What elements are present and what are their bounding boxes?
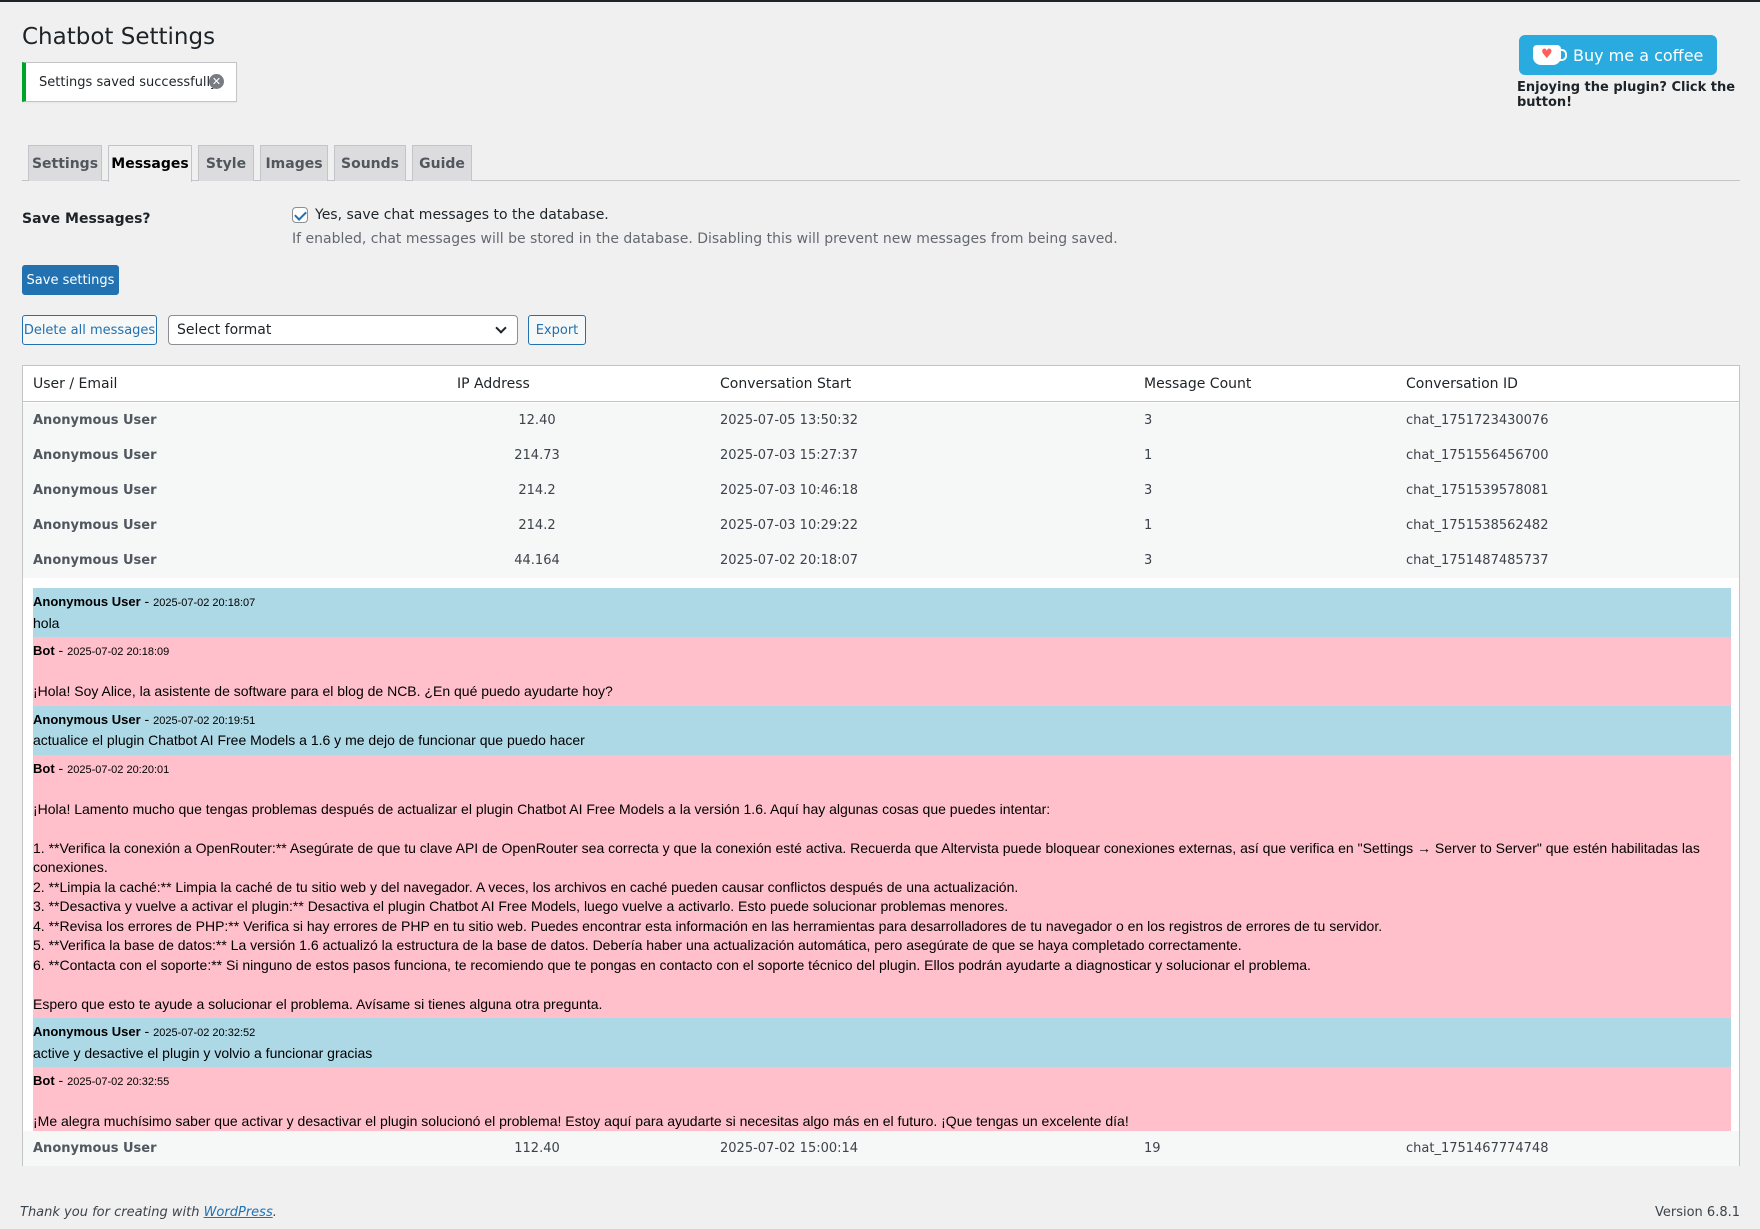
settings-tabs: Settings Messages Style Images Sounds Gu… xyxy=(22,145,1740,182)
bot-message: Bot - 2025-07-02 20:18:09 ¡Hola! Soy Ali… xyxy=(33,637,1731,706)
message-timestamp: 2025-07-02 20:32:55 xyxy=(67,1076,170,1088)
cell-ip: 214.73 xyxy=(514,448,560,463)
cell-conversation-id: chat_1751539578081 xyxy=(1406,483,1549,498)
message-timestamp: 2025-07-02 20:32:52 xyxy=(153,1027,256,1039)
message-author: Bot xyxy=(33,760,55,776)
message-timestamp: 2025-07-02 20:20:01 xyxy=(67,763,170,776)
column-header-count: Message Count xyxy=(1144,376,1252,392)
delete-all-messages-button[interactable]: Delete all messages xyxy=(22,315,157,345)
table-row[interactable]: Anonymous User 12.40 2025-07-05 13:50:32… xyxy=(23,403,1739,438)
cell-user: Anonymous User xyxy=(33,483,157,498)
table-row[interactable]: Anonymous User 214.2 2025-07-03 10:29:22… xyxy=(23,508,1739,543)
column-header-ip: IP Address xyxy=(457,376,530,392)
coffee-cup-icon: ♥ xyxy=(1533,45,1567,65)
cell-user: Anonymous User xyxy=(33,448,157,463)
dismiss-notice-icon[interactable]: ✕ xyxy=(209,74,224,89)
tab-guide[interactable]: Guide xyxy=(412,145,472,181)
message-body: ¡Hola! Soy Alice, la asistente de softwa… xyxy=(33,683,613,699)
message-body: ¡Me alegra muchísimo saber que activar y… xyxy=(33,1113,1129,1129)
column-header-start: Conversation Start xyxy=(720,376,852,392)
export-button[interactable]: Export xyxy=(528,315,586,345)
cell-start: 2025-07-03 15:27:37 xyxy=(720,448,859,463)
message-body: actualice el plugin Chatbot AI Free Mode… xyxy=(33,732,585,748)
tab-style[interactable]: Style xyxy=(198,145,254,181)
message-timestamp: 2025-07-02 20:18:09 xyxy=(67,646,170,658)
cell-count: 3 xyxy=(1144,413,1153,428)
message-author: Anonymous User xyxy=(33,1024,141,1039)
export-format-select[interactable]: Select format xyxy=(168,315,518,345)
user-message: Anonymous User - 2025-07-02 20:18:07 hol… xyxy=(33,588,1731,637)
success-notice: Settings saved successfully. ✕ xyxy=(22,62,237,102)
cell-count: 19 xyxy=(1144,1141,1161,1156)
message-author: Anonymous User xyxy=(33,594,141,609)
notice-text: Settings saved successfully. xyxy=(39,74,221,90)
cell-ip: 214.2 xyxy=(518,518,556,533)
message-body: hola xyxy=(33,614,60,631)
tab-images[interactable]: Images xyxy=(260,145,328,181)
cell-user: Anonymous User xyxy=(33,1141,157,1156)
tab-sounds[interactable]: Sounds xyxy=(334,145,406,181)
cell-conversation-id: chat_1751723430076 xyxy=(1406,413,1549,428)
column-header-user: User / Email xyxy=(33,376,118,392)
cell-ip: 44.164 xyxy=(514,553,560,568)
message-author: Bot xyxy=(33,643,55,658)
tab-settings[interactable]: Settings xyxy=(28,145,102,181)
cell-user: Anonymous User xyxy=(33,553,157,568)
cell-ip: 12.40 xyxy=(518,413,556,428)
table-row[interactable]: Anonymous User 112.40 2025-07-02 15:00:1… xyxy=(23,1131,1739,1166)
save-messages-checkbox-label[interactable]: Yes, save chat messages to the database. xyxy=(315,207,609,223)
cell-user: Anonymous User xyxy=(33,413,157,428)
message-timestamp: 2025-07-02 20:19:51 xyxy=(153,714,256,727)
cell-start: 2025-07-05 13:50:32 xyxy=(720,413,859,428)
cell-count: 3 xyxy=(1144,553,1153,568)
table-row[interactable]: Anonymous User 44.164 2025-07-02 20:18:0… xyxy=(23,543,1739,578)
footer-thanks: Thank you for creating with WordPress. xyxy=(20,1205,277,1220)
tab-messages[interactable]: Messages xyxy=(108,145,192,182)
cell-start: 2025-07-02 15:00:14 xyxy=(720,1141,859,1156)
save-messages-description: If enabled, chat messages will be stored… xyxy=(292,231,1118,247)
cell-conversation-id: chat_1751538562482 xyxy=(1406,518,1549,533)
cell-start: 2025-07-03 10:29:22 xyxy=(720,518,859,533)
cell-conversation-id: chat_1751467774748 xyxy=(1406,1141,1549,1156)
export-format-value: Select format xyxy=(177,322,272,338)
cell-ip: 214.2 xyxy=(518,483,556,498)
coffee-note: Enjoying the plugin? Click the button! xyxy=(1517,80,1736,110)
message-author: Bot xyxy=(33,1073,55,1088)
coffee-button-label: Buy me a coffee xyxy=(1573,45,1704,65)
message-body: ¡Hola! Lamento mucho que tengas problema… xyxy=(33,800,1700,1012)
cell-ip: 112.40 xyxy=(514,1141,560,1156)
message-author: Anonymous User xyxy=(33,711,141,727)
cell-conversation-id: chat_1751556456700 xyxy=(1406,448,1549,463)
buy-me-a-coffee-button[interactable]: ♥ Buy me a coffee xyxy=(1519,35,1717,75)
cell-count: 1 xyxy=(1144,518,1153,533)
page-title: Chatbot Settings xyxy=(22,24,216,50)
bot-message: Bot - 2025-07-02 20:20:01 ¡Hola! Lamento… xyxy=(33,754,1731,1018)
chevron-down-icon xyxy=(495,322,507,334)
cell-count: 1 xyxy=(1144,448,1153,463)
cell-user: Anonymous User xyxy=(33,518,157,533)
save-messages-label: Save Messages? xyxy=(22,211,151,227)
save-messages-checkbox[interactable] xyxy=(292,207,308,223)
table-row[interactable]: Anonymous User 214.2 2025-07-03 10:46:18… xyxy=(23,473,1739,508)
footer-thanks-prefix: Thank you for creating with xyxy=(20,1205,204,1220)
table-row[interactable]: Anonymous User 214.73 2025-07-03 15:27:3… xyxy=(23,438,1739,473)
bot-message: Bot - 2025-07-02 20:32:55 ¡Me alegra muc… xyxy=(33,1067,1731,1136)
cell-count: 3 xyxy=(1144,483,1153,498)
conversations-table: User / Email IP Address Conversation Sta… xyxy=(22,365,1740,1166)
footer-version: Version 6.8.1 xyxy=(1654,1205,1740,1220)
wordpress-link[interactable]: WordPress xyxy=(204,1205,273,1220)
footer-thanks-suffix: . xyxy=(272,1205,277,1220)
user-message: Anonymous User - 2025-07-02 20:32:52 act… xyxy=(33,1018,1731,1067)
message-timestamp: 2025-07-02 20:18:07 xyxy=(153,597,256,609)
cell-conversation-id: chat_1751487485737 xyxy=(1406,553,1549,568)
message-body: active y desactive el plugin y volvio a … xyxy=(33,1044,373,1061)
table-header: User / Email IP Address Conversation Sta… xyxy=(23,366,1739,402)
save-settings-button[interactable]: Save settings xyxy=(22,265,119,295)
conversation-detail: Anonymous User - 2025-07-02 20:18:07 hol… xyxy=(33,588,1731,1136)
cell-start: 2025-07-02 20:18:07 xyxy=(720,553,859,568)
cell-start: 2025-07-03 10:46:18 xyxy=(720,483,859,498)
user-message: Anonymous User - 2025-07-02 20:19:51 act… xyxy=(33,705,1731,755)
column-header-id: Conversation ID xyxy=(1406,376,1518,392)
